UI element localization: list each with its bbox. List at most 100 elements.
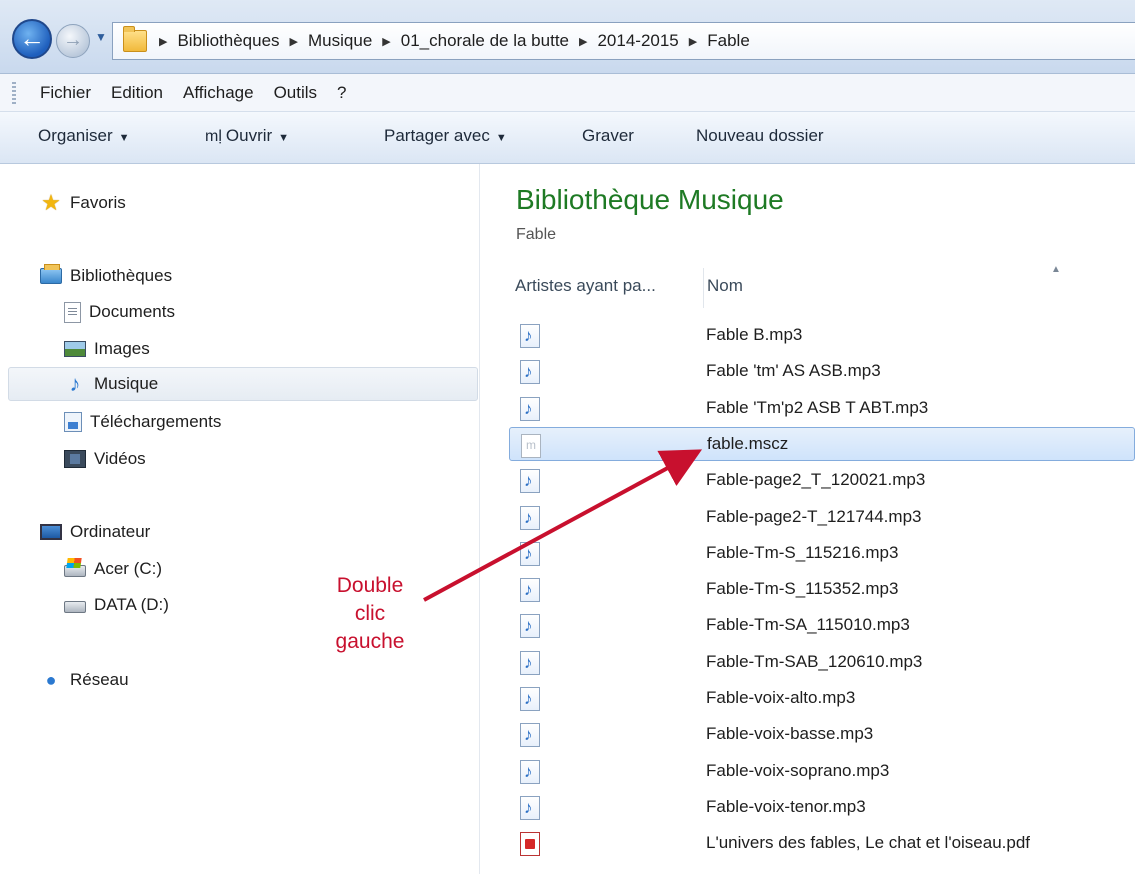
network-icon: ● [45, 670, 57, 690]
chevron-down-icon: ▼ [495, 132, 507, 144]
nav-drive-c[interactable]: Acer (C:) [64, 552, 162, 586]
chevron-down-icon: ▼ [278, 132, 290, 144]
content-pane: Bibliothèque Musique Fable Artistes ayan… [481, 164, 1135, 874]
open-label: Ouvrir [225, 126, 273, 145]
annotation-text: Double clic gauche [300, 572, 440, 656]
nav-music[interactable]: ♪ Musique [8, 367, 478, 401]
video-icon [64, 450, 86, 468]
file-row[interactable]: Fable-voix-tenor.mp3 [509, 790, 1135, 824]
file-icon [521, 433, 541, 458]
file-name: Fable-voix-alto.mp3 [706, 688, 856, 707]
breadcrumb-arrow-icon[interactable]: ▶ [290, 35, 298, 48]
annotation-line: gauche [335, 630, 405, 653]
menu-tools[interactable]: Outils [264, 83, 327, 103]
breadcrumb-season[interactable]: 2014-2015 [597, 31, 678, 51]
file-row[interactable]: Fable-Tm-S_115352.mp3 [509, 572, 1135, 606]
pdf-file-icon [520, 832, 540, 857]
audio-file-icon [520, 650, 540, 675]
breadcrumb-libraries[interactable]: Bibliothèques [177, 31, 279, 51]
forward-button[interactable]: → [56, 24, 90, 58]
nav-documents-label: Documents [89, 302, 175, 321]
audio-file-icon [520, 541, 540, 566]
file-name: Fable-Tm-SAB_120610.mp3 [706, 651, 923, 671]
breadcrumb-music[interactable]: Musique [308, 31, 372, 51]
breadcrumb-arrow-icon[interactable]: ▶ [579, 35, 587, 48]
arrow-right-icon: → [63, 29, 83, 51]
nav-images[interactable]: Images [64, 332, 150, 366]
organize-button[interactable]: Organiser ▼ [38, 126, 130, 146]
breadcrumb-arrow-icon[interactable]: ▶ [382, 35, 390, 48]
nav-music-label: Musique [94, 374, 159, 393]
share-button[interactable]: Partager avec ▼ [384, 126, 507, 146]
column-header-name[interactable]: Nom [707, 276, 743, 296]
file-row[interactable]: Fable-Tm-S_115216.mp3 [509, 536, 1135, 570]
breadcrumb-chorale[interactable]: 01_chorale de la butte [401, 31, 569, 51]
new-folder-button[interactable]: Nouveau dossier [696, 126, 824, 146]
file-row[interactable]: Fable-voix-alto.mp3 [509, 681, 1135, 715]
annotation-line: Double [336, 574, 404, 597]
nav-drive-d[interactable]: DATA (D:) [64, 588, 169, 622]
menu-view[interactable]: Affichage [173, 83, 264, 103]
breadcrumb-arrow-icon[interactable]: ▶ [159, 35, 167, 48]
nav-network-label: Réseau [70, 670, 129, 689]
address-field[interactable]: ▶ Bibliothèques ▶ Musique ▶ 01_chorale d… [112, 22, 1135, 60]
file-row[interactable]: Fable-voix-basse.mp3 [509, 717, 1135, 751]
nav-videos-label: Vidéos [94, 449, 146, 468]
file-row[interactable]: Fable-Tm-SA_115010.mp3 [509, 608, 1135, 642]
nav-videos[interactable]: Vidéos [64, 442, 146, 476]
back-button[interactable]: ← [12, 19, 52, 59]
nav-computer[interactable]: Ordinateur [40, 515, 150, 549]
chevron-down-icon: ▼ [95, 30, 107, 44]
download-icon [64, 412, 82, 432]
column-header-artists[interactable]: Artistes ayant pa... [515, 276, 656, 296]
audio-file-icon [520, 795, 540, 820]
chevron-down-icon: ▼ [118, 132, 130, 144]
file-row[interactable]: Fable-page2_T_120021.mp3 [509, 463, 1135, 497]
file-name: Fable B.mp3 [706, 325, 803, 344]
file-row[interactable]: fable.mscz [509, 426, 1135, 461]
recent-pages-dropdown[interactable]: ▼ [95, 30, 107, 44]
column-headers: Artistes ayant pa... Nom ▲ [481, 264, 1135, 310]
breadcrumb-arrow-icon[interactable]: ▶ [689, 35, 697, 48]
file-row[interactable]: Fable-Tm-SAB_120610.mp3 [509, 645, 1135, 679]
audio-file-icon [520, 578, 540, 603]
audio-file-icon [520, 324, 540, 348]
file-row[interactable]: Fable B.mp3 [509, 318, 1135, 352]
share-label: Partager avec [384, 126, 490, 145]
nav-libraries[interactable]: Bibliothèques [40, 259, 172, 293]
breadcrumb-fable[interactable]: Fable [707, 31, 750, 51]
navigation-pane: ★ Favoris Bibliothèques Documents Images… [0, 164, 480, 874]
nav-favorites-label: Favoris [70, 193, 126, 212]
nav-favorites[interactable]: ★ Favoris [40, 186, 126, 220]
nav-downloads[interactable]: Téléchargements [64, 405, 221, 439]
nav-libraries-label: Bibliothèques [70, 266, 173, 285]
audio-file-icon [520, 614, 540, 639]
library-icon [40, 264, 62, 284]
file-row[interactable]: L'univers des fables, Le chat et l'oisea… [509, 826, 1135, 860]
file-row[interactable]: Fable-voix-soprano.mp3 [509, 754, 1135, 788]
address-bar: ← → ▼ ▶ Bibliothèques ▶ Musique ▶ 01_cho… [0, 0, 1135, 74]
file-name: Fable-voix-tenor.mp3 [706, 796, 866, 816]
menu-help[interactable]: ? [327, 83, 356, 103]
column-divider[interactable] [703, 268, 704, 308]
file-row[interactable]: Fable 'tm' AS ASB.mp3 [509, 354, 1135, 388]
open-button[interactable]: mḷ Ouvrir ▼ [205, 126, 289, 146]
file-name: Fable-page2_T_120021.mp3 [706, 470, 926, 490]
burn-button[interactable]: Graver [582, 126, 634, 146]
file-row[interactable]: Fable 'Tm'p2 ASB T ABT.mp3 [509, 391, 1135, 425]
file-row[interactable]: Fable-page2-T_121744.mp3 [509, 500, 1135, 534]
nav-documents[interactable]: Documents [64, 295, 175, 329]
organize-label: Organiser [38, 126, 113, 145]
menu-edit[interactable]: Edition [101, 83, 173, 103]
breadcrumb: ▶ Bibliothèques ▶ Musique ▶ 01_chorale d… [159, 31, 750, 51]
folder-icon [123, 26, 147, 52]
audio-file-icon [520, 687, 540, 711]
nav-computer-label: Ordinateur [70, 522, 151, 541]
library-subtitle: Fable [516, 226, 557, 243]
nav-drive-d-label: DATA (D:) [94, 595, 169, 614]
menu-file[interactable]: Fichier [40, 83, 101, 103]
nav-images-label: Images [94, 339, 150, 358]
nav-network[interactable]: ● Réseau [40, 663, 129, 697]
file-name: L'univers des fables, Le chat et l'oisea… [706, 833, 1031, 853]
drive-icon [64, 601, 86, 613]
